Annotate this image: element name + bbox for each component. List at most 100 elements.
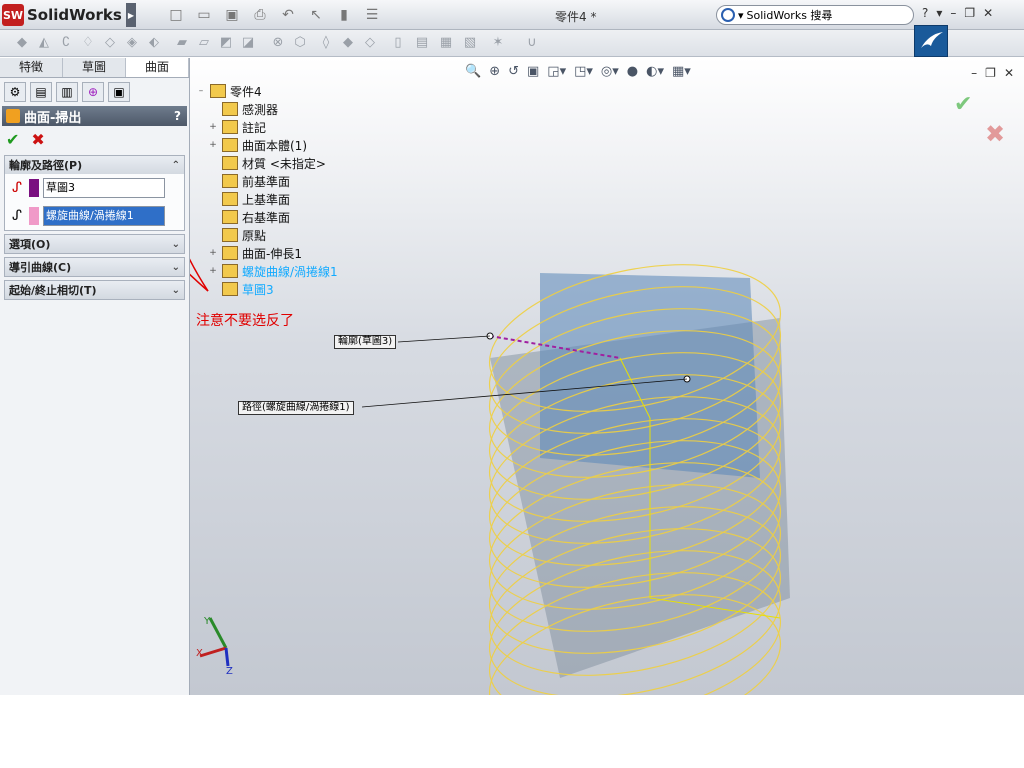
- rebuild-icon[interactable]: ▮: [333, 6, 355, 24]
- solidworks-window: SW SolidWorks ▶ □ ▭ ▣ ⎙ ↶ ↖ ▮ ☰ 零件4 * ▾ …: [0, 0, 1024, 695]
- dimxpert-icon[interactable]: ⊕: [82, 82, 104, 102]
- surface-command-toolbar: ◆ ◭ ∁ ♢ ◇ ◈ ⬖ ▰ ▱ ◩ ◪ ⊗ ⬡ ◊ ◆ ◇ ▯ ▤ ▦ ▧ …: [0, 30, 1024, 57]
- previous-view-icon[interactable]: ↺: [508, 64, 519, 79]
- window-controls: ? ▾ – ❐ ✕: [922, 6, 993, 20]
- viewport-minimize-icon[interactable]: –: [971, 66, 977, 80]
- solidworks-logo[interactable]: SW SolidWorks: [2, 3, 126, 27]
- swept-surface-icon[interactable]: ∁: [58, 35, 74, 51]
- untrim-surface-icon[interactable]: ⊗: [270, 35, 286, 51]
- trim-surface-icon[interactable]: ◪: [240, 35, 256, 51]
- confirmation-cancel-icon[interactable]: ✖: [985, 120, 1005, 148]
- offset-surface-icon[interactable]: ▰: [174, 35, 190, 51]
- group-guide-curves: 導引曲線(C) ⌄: [4, 257, 185, 277]
- view-orientation-icon[interactable]: ◲▾: [547, 64, 566, 79]
- expand-chevron-icon[interactable]: ⌄: [172, 262, 180, 273]
- property-manager-icon[interactable]: ▤: [30, 82, 52, 102]
- cancel-x-icon[interactable]: ✖: [31, 130, 44, 149]
- group-profile-path-header[interactable]: 輪廓及路徑(P) ⌃: [5, 156, 184, 174]
- tree-expand-icon[interactable]: +: [208, 266, 218, 276]
- zoom-to-fit-icon[interactable]: 🔍: [465, 64, 481, 79]
- cut-with-surface-icon[interactable]: ▦: [438, 35, 454, 51]
- hide-show-items-icon[interactable]: ◎▾: [601, 64, 619, 79]
- freeform-icon[interactable]: ▧: [462, 35, 478, 51]
- revolved-surface-icon[interactable]: ◭: [36, 35, 52, 51]
- save-icon[interactable]: ▣: [221, 6, 243, 24]
- confirmation-ok-icon[interactable]: ✔: [954, 92, 972, 117]
- extruded-surface-icon[interactable]: ◆: [14, 35, 30, 51]
- lofted-surface-icon[interactable]: ♢: [80, 35, 96, 51]
- tree-item-label: 曲面-伸長1: [242, 246, 302, 261]
- print-icon[interactable]: ⎙: [249, 6, 271, 24]
- new-document-icon[interactable]: □: [165, 6, 187, 24]
- path-selection-box[interactable]: 螺旋曲線/渦捲線1: [43, 206, 165, 226]
- ok-check-icon[interactable]: ✔: [6, 130, 19, 149]
- planar-surface-icon[interactable]: ⬖: [146, 35, 162, 51]
- tree-item[interactable]: 原點: [208, 226, 338, 244]
- minimize-icon[interactable]: –: [950, 6, 956, 20]
- tree-item[interactable]: + 曲面本體(1): [208, 136, 338, 154]
- group-options-header[interactable]: 選項(O) ⌄: [5, 235, 184, 253]
- profile-selection-box[interactable]: 草圖3: [43, 178, 165, 198]
- tree-expand-icon[interactable]: +: [208, 248, 218, 258]
- select-icon[interactable]: ↖: [305, 6, 327, 24]
- tab-sketch[interactable]: 草圖: [63, 58, 126, 77]
- group-guide-curves-header[interactable]: 導引曲線(C) ⌄: [5, 258, 184, 276]
- extend-surface-icon[interactable]: ◩: [218, 35, 234, 51]
- viewport-restore-icon[interactable]: ❐: [985, 66, 996, 80]
- tree-expand-icon[interactable]: +: [208, 122, 218, 132]
- expand-chevron-icon[interactable]: ⌄: [172, 285, 180, 296]
- replace-face-icon[interactable]: ◇: [362, 35, 378, 51]
- close-icon[interactable]: ✕: [983, 6, 993, 20]
- undo-icon[interactable]: ↶: [277, 6, 299, 24]
- view-settings-icon[interactable]: ▦▾: [672, 64, 691, 79]
- tab-features[interactable]: 特徵: [0, 58, 63, 77]
- open-icon[interactable]: ▭: [193, 6, 215, 24]
- viewport-close-icon[interactable]: ✕: [1004, 66, 1014, 80]
- curves-icon[interactable]: ∪: [524, 35, 540, 51]
- tree-item[interactable]: 上基準面: [208, 190, 338, 208]
- tree-item[interactable]: + 螺旋曲線/渦捲線1: [208, 262, 338, 280]
- expand-chevron-icon[interactable]: ⌄: [172, 239, 180, 250]
- apply-scene-icon[interactable]: ◐▾: [646, 64, 664, 79]
- feature-manager-icon[interactable]: ⚙: [4, 82, 26, 102]
- tree-item[interactable]: 材質 <未指定>: [208, 154, 338, 172]
- help-icon[interactable]: ?: [922, 6, 928, 20]
- section-view-icon[interactable]: ▣: [527, 64, 539, 79]
- fillet-icon[interactable]: ◊: [318, 35, 334, 51]
- tree-item[interactable]: 右基準面: [208, 208, 338, 226]
- delete-face-icon[interactable]: ◆: [340, 35, 356, 51]
- display-style-icon[interactable]: ◳▾: [574, 64, 593, 79]
- configuration-manager-icon[interactable]: ▥: [56, 82, 78, 102]
- edit-appearance-icon[interactable]: ●: [627, 64, 638, 79]
- boundary-surface-icon[interactable]: ◇: [102, 35, 118, 51]
- tab-surfaces[interactable]: 曲面: [126, 58, 189, 77]
- group-tangency-header[interactable]: 起始/終止相切(T) ⌄: [5, 281, 184, 299]
- tree-item[interactable]: + 註記: [208, 118, 338, 136]
- filled-surface-icon[interactable]: ◈: [124, 35, 140, 51]
- tree-root[interactable]: – 零件4: [196, 82, 338, 100]
- display-manager-icon[interactable]: ▣: [108, 82, 130, 102]
- tree-expand-icon[interactable]: +: [208, 140, 218, 150]
- tree-item[interactable]: 草圖3: [208, 280, 338, 298]
- solidworks-resources-icon[interactable]: [914, 25, 948, 57]
- collapse-chevron-icon[interactable]: ⌃: [172, 160, 180, 171]
- reference-geometry-icon[interactable]: ✶: [490, 35, 506, 51]
- help-dropdown-icon[interactable]: ▾: [936, 6, 942, 20]
- restore-icon[interactable]: ❐: [964, 6, 975, 20]
- knit-surface-icon[interactable]: ⬡: [292, 35, 308, 51]
- tree-item[interactable]: 感測器: [208, 100, 338, 118]
- tree-item[interactable]: + 曲面-伸長1: [208, 244, 338, 262]
- tree-collapse-icon[interactable]: –: [196, 86, 206, 96]
- tree-item[interactable]: 前基準面: [208, 172, 338, 190]
- thicken-icon[interactable]: ▤: [414, 35, 430, 51]
- zoom-to-area-icon[interactable]: ⊕: [489, 64, 500, 79]
- tree-item-icon: [222, 264, 238, 278]
- pm-help-icon[interactable]: ?: [174, 109, 181, 123]
- options-icon[interactable]: ☰: [361, 6, 383, 24]
- search-field[interactable]: ▾ SolidWorks 搜尋: [716, 5, 914, 25]
- mid-surface-icon[interactable]: ▯: [390, 35, 406, 51]
- ruled-surface-icon[interactable]: ▱: [196, 35, 212, 51]
- graphics-area[interactable]: 🔍 ⊕ ↺ ▣ ◲▾ ◳▾ ◎▾ ● ◐▾ ▦▾ – ❐ ✕ ✔ ✖ – 零件4…: [190, 58, 1024, 695]
- search-dropdown-icon[interactable]: ▾: [738, 9, 744, 22]
- menu-arrow-icon[interactable]: ▶: [126, 3, 136, 27]
